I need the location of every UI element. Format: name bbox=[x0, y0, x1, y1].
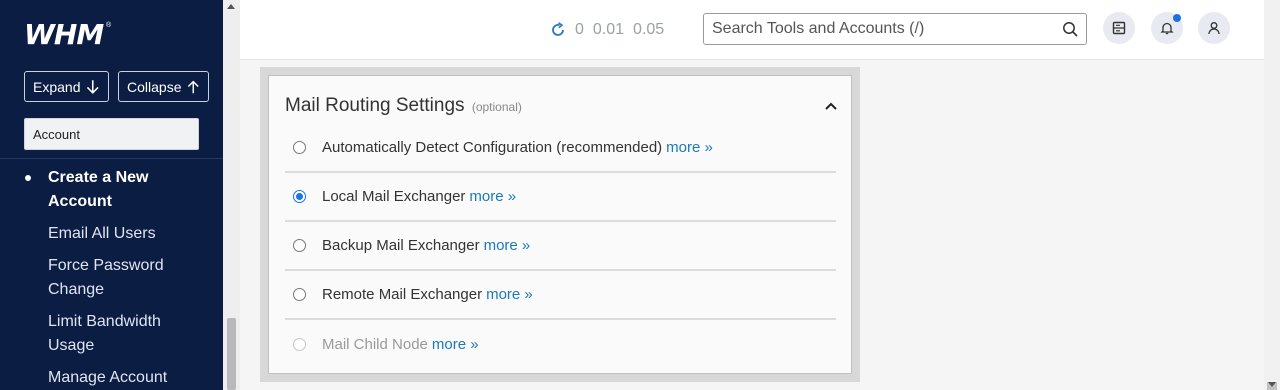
notifications-button[interactable] bbox=[1151, 12, 1183, 44]
notification-dot bbox=[1173, 14, 1181, 22]
mail-routing-options: Automatically Detect Configuration (reco… bbox=[285, 124, 836, 369]
scroll-thumb[interactable] bbox=[227, 318, 236, 390]
sidebar: WHM ® Expand Collapse Account Create a N… bbox=[0, 0, 223, 390]
sidebar-item-manage-account[interactable]: Manage Account bbox=[0, 366, 223, 390]
sidebar-item-create-new-account[interactable]: Create a New Account bbox=[0, 166, 223, 214]
expand-collapse-row: Expand Collapse bbox=[24, 71, 209, 102]
option-label: Mail Child Node bbox=[322, 336, 428, 353]
global-search-input[interactable] bbox=[712, 20, 1062, 38]
radio-mail-child-node bbox=[293, 338, 306, 351]
radio-backup-mail-exchanger[interactable] bbox=[293, 239, 306, 252]
option-local-mail-exchanger[interactable]: Local Mail Exchanger more » bbox=[285, 173, 836, 222]
server-icon bbox=[1112, 21, 1126, 35]
server-status-button[interactable] bbox=[1103, 12, 1135, 44]
collapse-button[interactable]: Collapse bbox=[118, 71, 209, 102]
arrow-up-icon bbox=[188, 80, 200, 93]
global-search bbox=[703, 13, 1087, 45]
option-auto-detect[interactable]: Automatically Detect Configuration (reco… bbox=[285, 124, 836, 173]
user-menu-button[interactable] bbox=[1198, 12, 1230, 44]
load-average-1: 0 bbox=[575, 21, 584, 38]
chevron-up-icon[interactable] bbox=[823, 98, 839, 114]
more-link[interactable]: more » bbox=[484, 237, 531, 254]
sidebar-item-limit-bandwidth-usage[interactable]: Limit Bandwidth Usage bbox=[0, 310, 223, 358]
collapse-label: Collapse bbox=[127, 78, 182, 95]
sidebar-divider bbox=[0, 158, 223, 159]
mail-routing-section: Mail Routing Settings (optional) Automat… bbox=[260, 67, 860, 382]
option-remote-mail-exchanger[interactable]: Remote Mail Exchanger more » bbox=[285, 271, 836, 320]
sidebar-search-input[interactable]: Account bbox=[24, 118, 199, 150]
option-label: Automatically Detect Configuration (reco… bbox=[322, 139, 663, 156]
more-link[interactable]: more » bbox=[432, 336, 479, 353]
logo-text: WHM bbox=[24, 18, 104, 51]
option-label: Local Mail Exchanger bbox=[322, 188, 466, 205]
sidebar-item-email-all-users[interactable]: Email All Users bbox=[0, 222, 223, 246]
radio-auto-detect[interactable] bbox=[293, 141, 306, 154]
option-backup-mail-exchanger[interactable]: Backup Mail Exchanger more » bbox=[285, 222, 836, 271]
whm-logo[interactable]: WHM ® bbox=[24, 18, 111, 51]
server-load: 0 0.01 0.05 bbox=[550, 21, 664, 39]
arrow-down-icon bbox=[87, 79, 100, 94]
load-average-15: 0.05 bbox=[633, 21, 665, 38]
panel-title-text: Mail Routing Settings bbox=[285, 95, 465, 116]
more-link[interactable]: more » bbox=[666, 139, 713, 156]
sidebar-nav: Create a New Account Email All Users For… bbox=[0, 166, 223, 390]
expand-button[interactable]: Expand bbox=[24, 71, 109, 102]
sidebar-scrollbar[interactable] bbox=[223, 0, 240, 390]
more-link[interactable]: more » bbox=[469, 188, 516, 205]
page-scrollbar[interactable] bbox=[1264, 0, 1280, 390]
expand-label: Expand bbox=[33, 78, 81, 95]
radio-remote-mail-exchanger[interactable] bbox=[293, 288, 306, 301]
panel-title: Mail Routing Settings (optional) bbox=[285, 95, 522, 117]
scroll-down-arrow[interactable] bbox=[1268, 382, 1276, 387]
option-mail-child-node: Mail Child Node more » bbox=[285, 320, 836, 369]
refresh-icon[interactable] bbox=[550, 22, 566, 38]
radio-local-mail-exchanger[interactable] bbox=[293, 190, 306, 203]
mail-routing-panel: Mail Routing Settings (optional) Automat… bbox=[268, 75, 852, 374]
logo-registered-mark: ® bbox=[106, 22, 112, 29]
scroll-up-arrow[interactable] bbox=[227, 4, 235, 9]
sidebar-item-force-password-change[interactable]: Force Password Change bbox=[0, 254, 223, 302]
load-average-5: 0.01 bbox=[592, 21, 625, 38]
top-header: 0 0.01 0.05 bbox=[240, 0, 1264, 60]
option-label: Remote Mail Exchanger bbox=[322, 286, 483, 303]
more-link[interactable]: more » bbox=[486, 286, 533, 303]
bell-icon bbox=[1160, 22, 1174, 35]
option-label: Backup Mail Exchanger bbox=[322, 237, 480, 254]
user-icon bbox=[1208, 22, 1220, 35]
search-icon[interactable] bbox=[1062, 21, 1078, 37]
optional-label: (optional) bbox=[471, 100, 522, 114]
